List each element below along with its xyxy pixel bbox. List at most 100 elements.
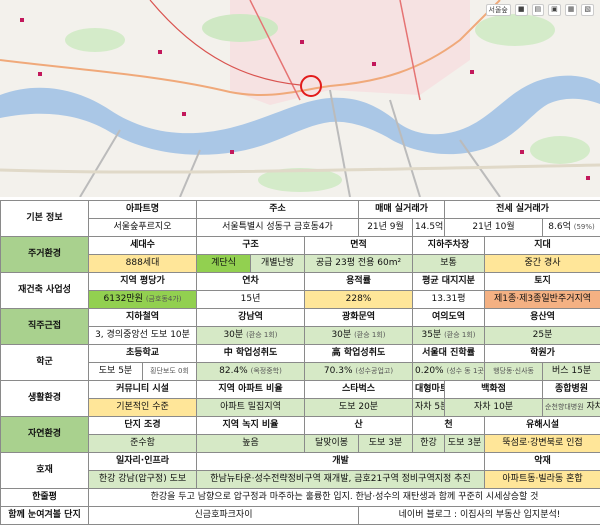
header-apt-ratio: 지역 아파트 비율 [197,381,305,399]
category-commute: 직주근접 [1,309,89,345]
age: 15년 [197,291,305,309]
heating: 개별난방 [251,255,305,273]
header-development: 개발 [197,453,485,471]
header-address: 주소 [197,201,359,219]
header-land-zone: 토지 [485,273,600,291]
gwanghwamun-time: 30분 (환승 1회) [305,327,413,345]
blog-credit: 네이버 블로그 : 이집사의 부동산 입지분석! [359,507,600,525]
snu-school-count: (성수 동 1곳) [446,367,484,375]
green-ratio: 높음 [197,435,305,453]
header-households: 세대수 [89,237,197,255]
far: 228% [305,291,413,309]
dept-store: 자차 10분 [445,399,543,417]
category-summary: 한줄평 [1,489,89,507]
land-price-sub: (금호동4가) [146,295,182,303]
map-toolbar-item[interactable]: 서울숲 [486,4,511,16]
structure: 계단식 [197,255,251,273]
sale-price: 14.5억 [413,219,445,237]
terrain: 중간 경사 [485,255,600,273]
category-rebuild: 재건축 사업성 [1,273,89,309]
header-far: 용적률 [305,273,413,291]
header-yeouido: 여의도역 [413,309,485,327]
mountain-walk: 도보 3분 [359,435,413,453]
header-sale-price: 매매 실거래가 [359,201,445,219]
yeouido-time: 35분 (환승 1회) [413,327,485,345]
category-life: 생활환경 [1,381,89,417]
area: 공급 23평 전용 60m² [305,255,413,273]
high-school-name: (성수공업고) [355,367,393,375]
yeouido-transfer: (환승 1회) [444,331,475,339]
land-zone: 제1종·제3종일반주거지역 [485,291,600,309]
community: 기본적인 수준 [89,399,197,417]
gangnam-transfer: (환승 1회) [246,331,277,339]
map-layer-icon[interactable]: ▣ [548,4,561,16]
gwanghwamun-transfer: (환승 1회) [354,331,385,339]
map-canvas [0,0,600,197]
location-map[interactable]: 서울숲 ■ ▤ ▣ ▦ ▧ [0,0,600,197]
address: 서울특별시 성동구 금호동4가 [197,219,359,237]
summary-text: 한강을 두고 남향으로 압구정과 마주하는 훌륭한 입지. 한남·성수의 재탄생… [89,489,600,507]
sale-date: 21년 9월 [359,219,413,237]
header-mountain: 산 [305,417,413,435]
land-share: 13.31평 [413,291,485,309]
header-community: 커뮤니티 시설 [89,381,197,399]
map-layer-icon[interactable]: ■ [515,4,528,16]
households: 888세대 [89,255,197,273]
category-compare: 함께 눈여겨볼 단지 [1,507,89,525]
header-high-score: 高 학업성취도 [305,345,413,363]
apt-ratio: 아파트 밀집지역 [197,399,305,417]
header-stream: 천 [413,417,485,435]
jeonse-ratio: (59%) [574,223,595,231]
mart: 자차 5분 [413,399,445,417]
hospital: 순천향대병원 자차 10분 [543,399,600,417]
header-elementary: 초등학교 [89,345,197,363]
category-basic: 기본 정보 [1,201,89,237]
map-layer-icon[interactable]: ▧ [581,4,594,16]
apt-name: 서울숲푸르지오 [89,219,197,237]
middle-score: 82.4% (옥정중학) [197,363,305,381]
header-age: 연차 [197,273,305,291]
header-hazard: 유해시설 [485,417,600,435]
header-gangnam: 강남역 [197,309,305,327]
middle-school-name: (옥정중학) [251,367,282,375]
header-mart: 대형마트 [413,381,445,399]
nearest-station: 3, 경의중앙선 도보 10분 [89,327,197,345]
header-yongsan: 용산역 [485,309,600,327]
header-starbucks: 스타벅스 [305,381,413,399]
header-academy: 학원가 [485,345,600,363]
header-green-ratio: 지역 녹지 비율 [197,417,305,435]
header-nearest-station: 지하철역 [89,309,197,327]
header-apt-name: 아파트명 [89,201,197,219]
header-hospital: 종합병원 [543,381,600,399]
high-score: 70.3% (성수공업고) [305,363,413,381]
header-snu-rate: 서울대 진학률 [413,345,485,363]
header-parking: 지하주차장 [413,237,485,255]
gangnam-time: 30분 (환승 1회) [197,327,305,345]
snu-rate: 0.20% (성수 동 1곳) [413,363,485,381]
map-layer-icon[interactable]: ▤ [532,4,545,16]
header-middle-score: 中 학업성취도 [197,345,305,363]
category-living: 주거환경 [1,237,89,273]
header-area: 면적 [305,237,413,255]
landscape: 준수함 [89,435,197,453]
yongsan-time: 25분 [485,327,600,345]
hazard: 뚝섬로·강변북로 인접 [485,435,600,453]
header-negative: 악재 [485,453,600,471]
category-school: 학군 [1,345,89,381]
starbucks: 도보 20분 [305,399,413,417]
academy-time: 버스 15분 [543,363,600,381]
map-layer-icon[interactable]: ▦ [565,4,578,16]
elementary-crossing: 횡단보도 0회 [143,363,197,381]
parking: 보통 [413,255,485,273]
header-structure: 구조 [197,237,305,255]
compare-complex: 신금호파크자이 [89,507,359,525]
header-infra: 일자리·인프라 [89,453,197,471]
header-landscape: 단지 조경 [89,417,197,435]
mountain-name: 달맞이봉 [305,435,359,453]
stream-name: 한강 [413,435,445,453]
map-toolbar[interactable]: 서울숲 ■ ▤ ▣ ▦ ▧ [486,4,594,16]
land-price: 6132만원 (금호동4가) [89,291,197,309]
jeonse-price: 8.6억 (59%) [543,219,600,237]
stream-walk: 도보 3분 [445,435,485,453]
category-nature: 자연환경 [1,417,89,453]
